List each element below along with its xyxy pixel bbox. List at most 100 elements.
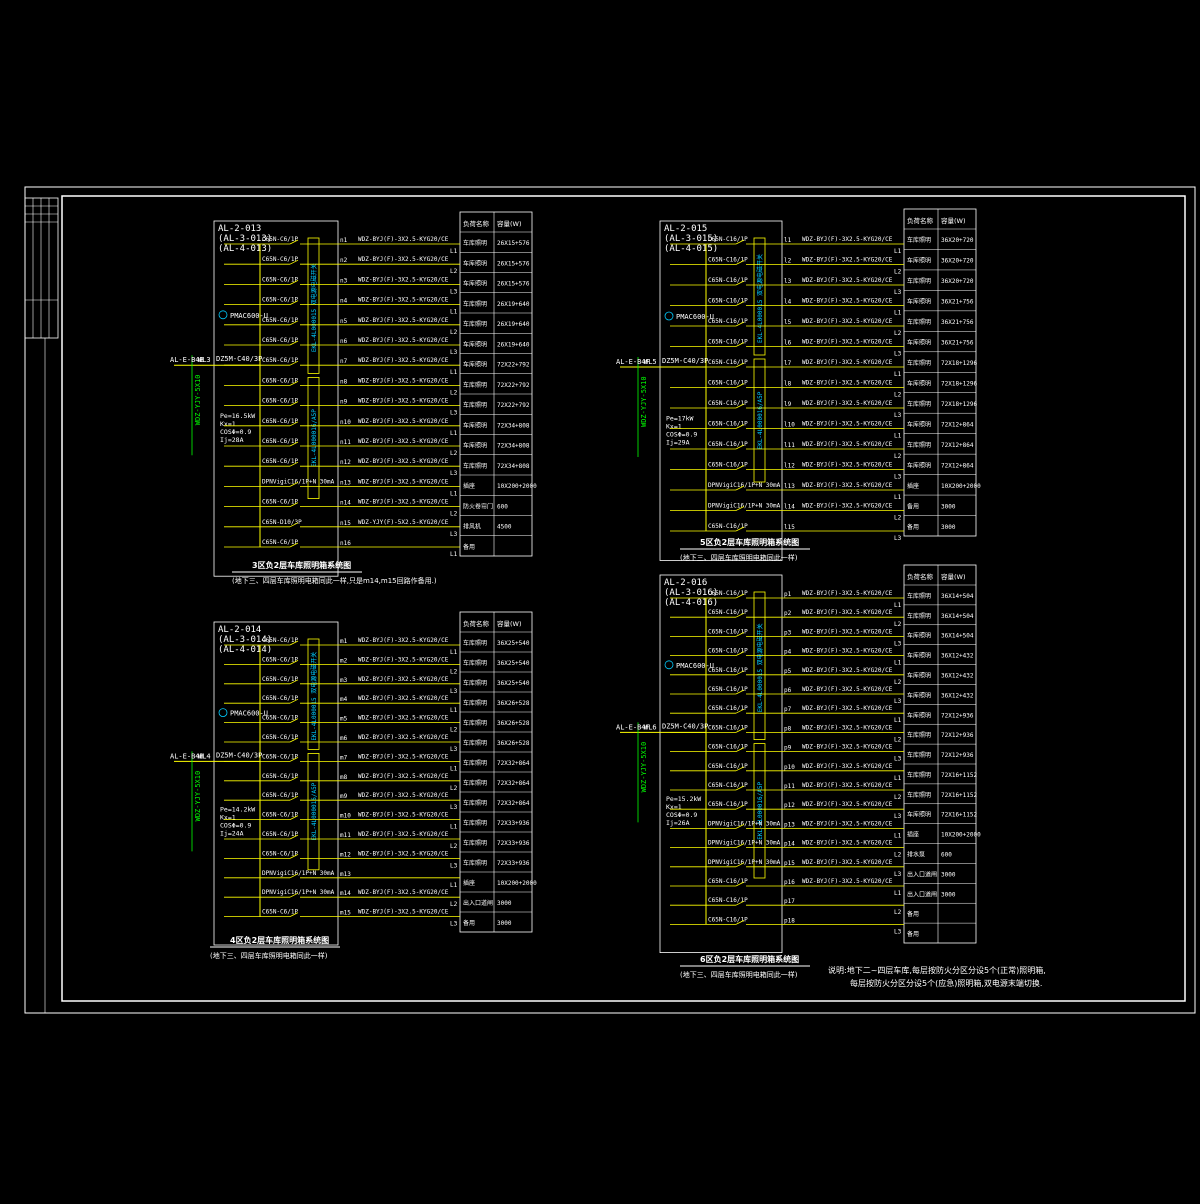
load-name: 备用	[907, 523, 919, 531]
panel-subcaption: (地下三、四层车库照明电箱同此一样,只是m14,m15回路作备用.)	[232, 576, 437, 585]
load-capacity: 10X200+2000	[497, 483, 537, 490]
circuit-no: p6	[784, 687, 792, 694]
breaker-label: C65N-C6/1P	[262, 539, 299, 546]
phase: L3	[894, 289, 902, 296]
calc-line: COSΦ=0.9	[666, 811, 697, 819]
drawing-canvas: AL-2-013(AL-3-013)(AL-4-013)AL-E-B4BWL3 D…	[0, 0, 1200, 1200]
phase: L1	[894, 717, 902, 724]
incoming-no: WL4	[198, 752, 211, 760]
load-capacity: 36X26+528	[497, 720, 530, 727]
load-name: 车库照明	[463, 719, 487, 727]
incoming-cable: WDZ-YJY-5X10	[194, 771, 202, 822]
circuit-no: p8	[784, 725, 792, 732]
phase: L2	[450, 329, 458, 336]
load-name: 车库照明	[907, 711, 931, 719]
cable-spec: WDZ-BYJ(F)-3X2.5-KYG20/CE	[802, 820, 893, 827]
breaker-label: C65N-C6/1P	[262, 773, 299, 780]
cable-spec: WDZ-BYJ(F)-3X2.5-KYG20/CE	[802, 257, 893, 264]
load-capacity: 3000	[941, 524, 956, 531]
circuit-no: p7	[784, 706, 792, 713]
cable-spec: WDZ-BYJ(F)-3X2.5-KYG20/CE	[358, 637, 449, 644]
circuit-no: p17	[784, 898, 795, 905]
breaker-label: C65N-C16/1P	[708, 421, 748, 428]
phase: L1	[450, 765, 458, 772]
cable-spec: WDZ-BYJ(F)-3X2.5-KYG20/CE	[358, 889, 449, 896]
phase: L1	[450, 649, 458, 656]
cable-spec: WDZ-BYJ(F)-3X2.5-KYG20/CE	[802, 609, 893, 616]
load-capacity: 72X12+864	[941, 462, 974, 469]
calc-line: Ij=29A	[666, 439, 690, 447]
load-name: 车库照明	[463, 639, 487, 647]
load-capacity: 36X26+528	[497, 740, 530, 747]
breaker-label: C65N-C16/1P	[708, 590, 748, 597]
breaker-label: C65N-C6/1P	[262, 850, 299, 857]
cable-spec: WDZ-BYJ(F)-3X2.5-KYG20/CE	[802, 277, 893, 284]
phase: L2	[450, 389, 458, 396]
load-capacity: 72X33+936	[497, 860, 530, 867]
load-name: 车库照明	[463, 320, 487, 328]
circuit-no: l2	[784, 258, 792, 265]
load-name: 防火卷帘门	[463, 502, 493, 510]
cable-spec: WDZ-BYJ(F)-3X2.5-KYG20/CE	[802, 236, 893, 243]
load-name: 车库照明	[907, 441, 931, 449]
load-name: 插座	[907, 482, 919, 490]
load-name: 车库照明	[907, 380, 931, 388]
circuit-no: n6	[340, 338, 348, 345]
load-capacity: 72X34+808	[497, 422, 530, 429]
cable-spec: WDZ-BYJ(F)-3X2.5-KYG20/CE	[802, 744, 893, 751]
circuit-no: p12	[784, 802, 795, 809]
cable-spec: WDZ-BYJ(F)-3X2.5-KYG20/CE	[358, 297, 449, 304]
load-capacity: 72X16+1152	[941, 792, 978, 799]
cable-spec: WDZ-YJY(F)-5X2.5-KYG20/CE	[358, 519, 449, 526]
breaker-label: C65N-C6/1P	[262, 734, 299, 741]
phase: L1	[894, 310, 902, 317]
phase: L3	[894, 474, 902, 481]
load-name: 车库照明	[907, 257, 931, 265]
breaker-label: DPNVigiC16/1P+N 30mA	[708, 482, 781, 489]
breaker-label: C65N-C16/1P	[708, 400, 748, 407]
circuit-no: l13	[784, 483, 795, 490]
load-capacity: 26X19+640	[497, 341, 530, 348]
panel-alias-2: (AL-4-015)	[664, 244, 718, 254]
cable-spec: WDZ-BYJ(F)-3X2.5-KYG20/CE	[802, 763, 893, 770]
load-capacity: 36X21+756	[941, 340, 974, 347]
phase: L3	[450, 349, 458, 356]
phase: L1	[450, 551, 458, 558]
load-name: 车库照明	[463, 381, 487, 389]
breaker-label: C65N-C6/1P	[262, 297, 299, 304]
circuit-no: n2	[340, 257, 348, 264]
breaker-label: C65N-C6/1P	[262, 418, 299, 425]
load-name: 车库照明	[463, 340, 487, 348]
circuit-no: l6	[784, 340, 792, 347]
breaker-label: C65N-C16/1P	[708, 298, 748, 305]
cable-spec: WDZ-BYJ(F)-3X2.5-KYG20/CE	[358, 695, 449, 702]
bus-label-bottom: EKL-4L000016/A5P	[311, 409, 318, 467]
cable-spec: WDZ-BYJ(F)-3X2.5-KYG20/CE	[358, 715, 449, 722]
circuit-no: n14	[340, 500, 351, 507]
circuit-no: m6	[340, 735, 348, 742]
calc-line: Pe=16.5kW	[220, 412, 255, 420]
load-name: 车库照明	[907, 277, 931, 285]
breaker-label: C65N-C6/1P	[262, 637, 299, 644]
circuit-no: p4	[784, 649, 792, 656]
load-capacity: 36X20+720	[941, 237, 974, 244]
cable-spec: WDZ-BYJ(F)-3X2.5-KYG20/CE	[358, 753, 449, 760]
phase: L3	[894, 535, 902, 542]
breaker-label: C65N-C16/1P	[708, 686, 748, 693]
table-header-name: 负荷名称	[907, 572, 934, 581]
phase: L2	[894, 679, 902, 686]
circuit-no: n15	[340, 520, 351, 527]
load-name: 车库照明	[907, 691, 931, 699]
circuit-no: p13	[784, 821, 795, 828]
load-capacity: 72X18+1296	[941, 401, 978, 408]
load-name: 车库照明	[907, 751, 931, 759]
breaker-label: C65N-C16/1P	[708, 763, 748, 770]
cable-spec: WDZ-BYJ(F)-3X2.5-KYG20/CE	[802, 462, 893, 469]
calc-line: COSΦ=0.9	[220, 822, 251, 830]
table-header-cap: 容量(W)	[497, 619, 522, 628]
load-capacity: 72X16+1152	[941, 772, 978, 779]
calc-line: Ij=24A	[220, 830, 244, 838]
cable-spec: WDZ-BYJ(F)-3X2.5-KYG20/CE	[802, 705, 893, 712]
phase: L2	[894, 330, 902, 337]
phase: L3	[450, 804, 458, 811]
